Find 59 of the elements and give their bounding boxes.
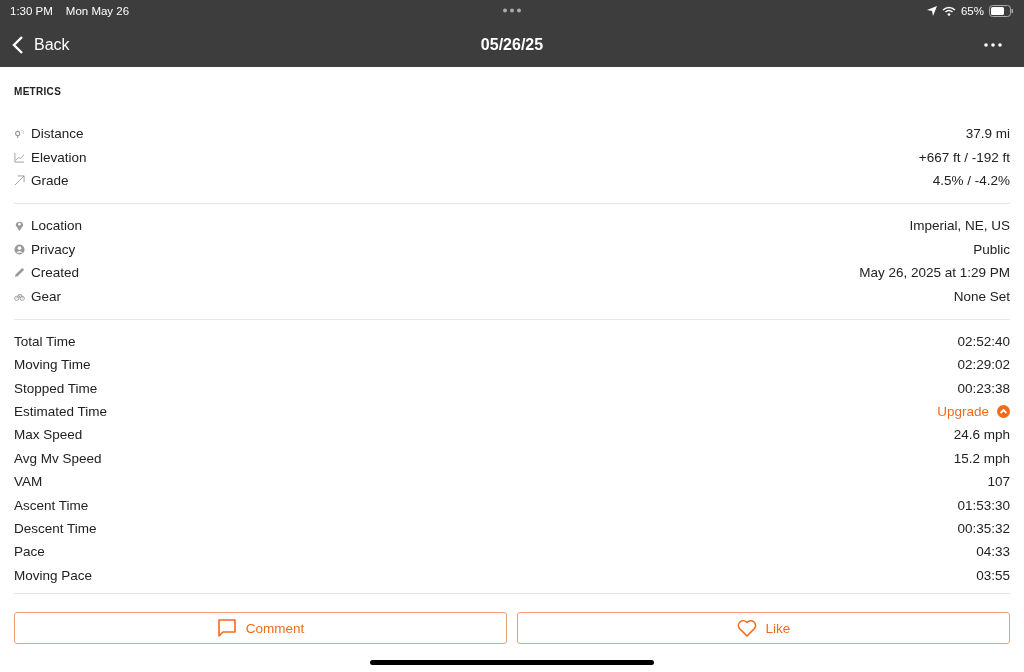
section-heading: METRICS: [14, 85, 63, 99]
metric-value: 15.2 mph: [953, 450, 1010, 466]
battery-percent: 65%: [960, 5, 984, 17]
page-title: 05/26/25: [480, 35, 544, 54]
location-arrow-icon: [926, 6, 937, 16]
metric-value: 04:33: [976, 544, 1010, 560]
metric-label: Elevation: [31, 149, 87, 165]
metric-label: Descent Time: [14, 521, 97, 537]
status-time: 1:30 PM: [10, 5, 53, 17]
heart-icon: [736, 619, 757, 638]
arrow-up-right-icon: [14, 174, 25, 186]
metric-label: Privacy: [31, 241, 76, 257]
metric-label: Max Speed: [14, 427, 83, 443]
metric-value: 02:29:02: [957, 357, 1010, 373]
metric-value: 01:53:30: [957, 497, 1010, 513]
status-date: Mon May 26: [65, 5, 130, 17]
line-chart-icon: [14, 151, 25, 163]
user-circle-icon: [14, 243, 25, 255]
metric-label: Location: [31, 218, 83, 234]
multitask-dots-icon[interactable]: [502, 8, 522, 13]
map-pin-route-icon: [14, 128, 25, 140]
metric-label: Distance: [31, 126, 84, 142]
metric-value: 00:23:38: [957, 380, 1010, 396]
metric-value: May 26, 2025 at 1:29 PM: [859, 265, 1010, 281]
metric-value: 00:35:32: [957, 521, 1010, 537]
metric-label: Estimated Time: [14, 404, 108, 420]
map-pin-icon: [14, 220, 25, 232]
chevron-up-circle-icon: [997, 405, 1010, 419]
metric-label: Moving Time: [14, 357, 91, 373]
metric-value: 24.6 mph: [953, 427, 1010, 443]
metric-value: 02:52:40: [957, 333, 1010, 349]
metric-label: Avg Mv Speed: [14, 450, 102, 466]
speech-bubble-icon: [216, 619, 237, 638]
metric-label: Ascent Time: [14, 497, 89, 513]
back-button[interactable]: Back: [12, 35, 70, 54]
metric-label: Created: [31, 265, 80, 281]
metric-value: None Set: [953, 288, 1010, 304]
metric-value: 4.5% / -4.2%: [932, 172, 1010, 188]
metric-label: Stopped Time: [14, 380, 98, 396]
pencil-icon: [14, 267, 25, 279]
metric-label: Total Time: [14, 333, 76, 349]
metric-label: Grade: [31, 172, 69, 188]
metric-value: Imperial, NE, US: [909, 218, 1010, 234]
metric-value: 03:55: [976, 567, 1010, 583]
metric-value: 37.9 mi: [965, 126, 1010, 142]
upgrade-link[interactable]: Upgrade: [937, 404, 1010, 420]
metric-label: Moving Pace: [14, 567, 93, 583]
metric-value: 107: [987, 474, 1010, 490]
metric-value: +667 ft / -192 ft: [918, 149, 1010, 165]
metric-label: Pace: [14, 544, 45, 560]
chevron-left-icon: [12, 35, 24, 54]
more-icon[interactable]: [984, 42, 1002, 47]
wifi-icon: [941, 6, 956, 16]
metric-value: Public: [973, 241, 1010, 257]
comment-button[interactable]: Comment: [14, 612, 507, 645]
like-button[interactable]: Like: [517, 612, 1010, 645]
battery-icon: [989, 5, 1014, 17]
metric-label: Gear: [31, 288, 61, 304]
metric-label: VAM: [14, 474, 43, 490]
